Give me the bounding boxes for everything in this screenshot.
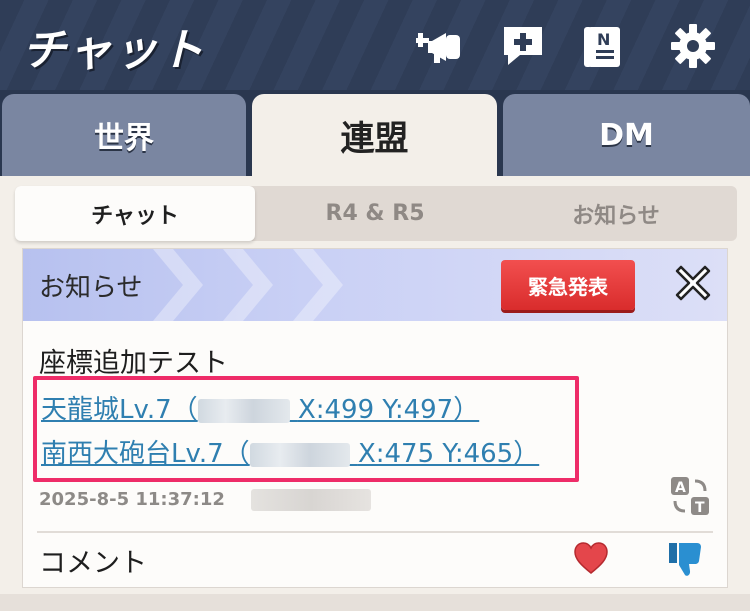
add-chat-icon[interactable] bbox=[494, 18, 552, 74]
redacted-text bbox=[197, 398, 290, 423]
location-name: 南西大砲台Lv.7（ bbox=[41, 439, 250, 469]
gear-icon[interactable] bbox=[664, 18, 722, 74]
comment-button[interactable]: コメント bbox=[39, 541, 147, 580]
svg-text:A: A bbox=[675, 480, 686, 496]
add-megaphone-icon[interactable] bbox=[412, 18, 470, 74]
announcement-label: お知らせ bbox=[39, 273, 143, 303]
svg-text:T: T bbox=[695, 500, 705, 516]
divider bbox=[37, 531, 713, 533]
svg-text:N: N bbox=[597, 30, 610, 49]
redacted-text bbox=[249, 442, 350, 467]
subtab-notices[interactable]: お知らせ bbox=[495, 186, 737, 241]
announcement-card: お知らせ 緊急発表 座標追加テスト 天龍城Lv.7（ X:499 Y:497） … bbox=[22, 248, 728, 588]
message-title: 座標追加テスト bbox=[39, 348, 228, 379]
app-header: チャット N bbox=[0, 0, 750, 90]
chevron-decoration-icon bbox=[223, 249, 273, 321]
page-title: チャット bbox=[22, 25, 206, 76]
translate-icon[interactable]: A T bbox=[669, 475, 711, 517]
thumbs-down-icon[interactable] bbox=[665, 539, 705, 579]
sub-tab-bar: チャット R4 & R5 お知らせ bbox=[15, 186, 737, 241]
coordinates: X:499 Y:497） bbox=[297, 395, 480, 425]
heart-icon[interactable] bbox=[573, 541, 609, 575]
coordinate-link[interactable]: 南西大砲台Lv.7（ X:475 Y:465） bbox=[41, 433, 539, 470]
coordinates: X:475 Y:465） bbox=[357, 439, 540, 469]
location-name: 天龍城Lv.7（ bbox=[41, 395, 198, 425]
bottom-strip bbox=[0, 594, 750, 611]
close-icon[interactable] bbox=[673, 263, 713, 303]
notice-board-icon[interactable]: N bbox=[576, 18, 634, 74]
urgent-announcement-button[interactable]: 緊急発表 bbox=[501, 260, 635, 310]
main-tab-bar: 世界 連盟 DM bbox=[0, 90, 750, 176]
chevron-decoration-icon bbox=[293, 249, 343, 321]
subtab-chat[interactable]: チャット bbox=[15, 186, 255, 241]
subtab-r4-r5[interactable]: R4 & R5 bbox=[255, 186, 495, 241]
tab-alliance[interactable]: 連盟 bbox=[252, 94, 497, 176]
announcement-header: お知らせ 緊急発表 bbox=[23, 249, 727, 321]
tab-dm[interactable]: DM bbox=[503, 94, 750, 176]
coordinate-link[interactable]: 天龍城Lv.7（ X:499 Y:497） bbox=[41, 389, 479, 426]
redacted-sender bbox=[251, 489, 371, 511]
chevron-decoration-icon bbox=[153, 249, 203, 321]
message-timestamp: 2025-8-5 11:37:12 bbox=[39, 489, 225, 510]
tab-world[interactable]: 世界 bbox=[2, 94, 246, 176]
